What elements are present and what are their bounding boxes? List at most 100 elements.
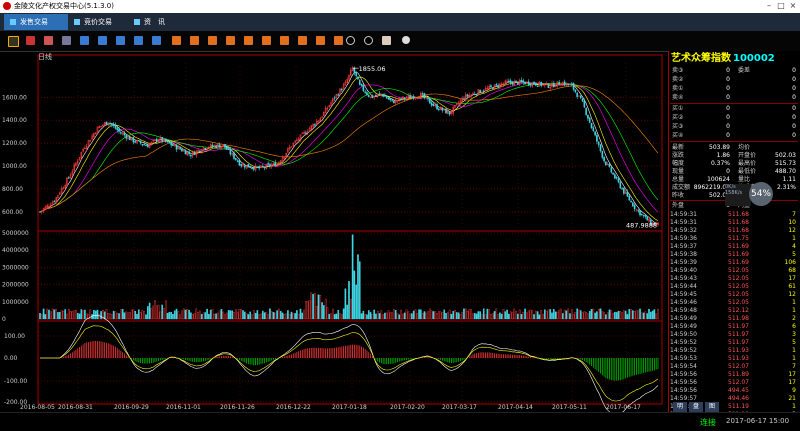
- close-icon[interactable]: ×: [788, 1, 798, 11]
- week-icon[interactable]: [280, 36, 289, 45]
- volume-bar: [353, 270, 356, 320]
- candle-body: [305, 132, 307, 134]
- volume-bar: [123, 312, 126, 320]
- candle-body: [515, 80, 517, 82]
- candle-body: [138, 140, 140, 142]
- volume-bar: [206, 308, 208, 320]
- volume-bar: [224, 314, 226, 320]
- volume-bar: [172, 314, 174, 320]
- tab-issue-trade[interactable]: 发售交易: [4, 14, 68, 30]
- tab-news[interactable]: 资 讯: [128, 14, 188, 30]
- volume-bar: [213, 313, 216, 320]
- candle-body: [576, 92, 578, 97]
- volume-bar: [175, 308, 178, 320]
- volume-bar: [229, 310, 232, 320]
- volume-bar: [517, 313, 519, 320]
- candle-body: [529, 84, 532, 86]
- volume-bar: [215, 313, 217, 320]
- volume-bar: [339, 313, 341, 320]
- candle-body: [436, 104, 438, 110]
- month-icon[interactable]: [298, 36, 307, 45]
- volume-bar: [526, 312, 528, 320]
- network-speed: 0K/s 158K/s: [725, 184, 751, 206]
- tab-detail[interactable]: 明: [673, 402, 687, 412]
- candle-body: [517, 81, 519, 85]
- volume-bar: [488, 309, 490, 320]
- volume-bar: [330, 313, 332, 320]
- volume-bar: [51, 308, 54, 320]
- volume-bar: [626, 314, 629, 320]
- line-chart-icon[interactable]: [26, 36, 35, 45]
- volume-bar: [497, 314, 499, 320]
- candle-body: [261, 165, 264, 168]
- volume-bar: [641, 312, 643, 320]
- volume-bar: [398, 314, 401, 320]
- minute-5-icon[interactable]: [190, 36, 199, 45]
- candle-body: [244, 165, 246, 168]
- volume-bar: [439, 311, 442, 320]
- candle-body: [445, 108, 447, 114]
- volume-bar: [393, 308, 395, 320]
- volume-bar: [614, 311, 616, 320]
- candle-body: [258, 166, 260, 169]
- volume-bar: [247, 314, 250, 320]
- volume-bar: [407, 311, 410, 320]
- minimize-icon[interactable]: –: [764, 1, 774, 11]
- period-3-icon[interactable]: [116, 36, 125, 45]
- volume-bar: [502, 309, 505, 320]
- period-4-icon[interactable]: [134, 36, 143, 45]
- gear-icon[interactable]: [402, 36, 410, 44]
- chart-area[interactable]: 1600.00 1400.00 1200.00 1000.00 800.00 600.00…: [0, 51, 666, 415]
- period-5-icon[interactable]: [152, 36, 161, 45]
- volume-bar: [384, 312, 386, 320]
- tab-book[interactable]: 盘: [689, 402, 703, 412]
- period-1-icon[interactable]: [80, 36, 89, 45]
- order-book-row: 买③ 0 0: [672, 123, 796, 130]
- date-tick: 2016-08-31: [58, 404, 93, 411]
- zoom-in-icon[interactable]: [346, 36, 355, 45]
- volume-bar: [157, 304, 160, 320]
- tab-bid-trade[interactable]: 竞价交易: [68, 14, 132, 30]
- candle-body: [570, 83, 573, 85]
- trade-row: 14:59:54 512.07 7: [670, 363, 796, 370]
- volume-bar: [85, 313, 88, 320]
- draw-icon[interactable]: [382, 36, 391, 45]
- zoom-out-icon[interactable]: [364, 36, 373, 45]
- candle-body: [143, 144, 145, 146]
- candle-body: [637, 210, 640, 212]
- volume-bar: [418, 309, 420, 320]
- candle-body: [466, 94, 469, 97]
- volume-bar: [57, 312, 59, 320]
- candle-body: [535, 83, 537, 86]
- quarter-icon[interactable]: [316, 36, 325, 45]
- kline-chart[interactable]: 1600.00 1400.00 1200.00 1000.00 800.00 600.00…: [0, 51, 666, 415]
- period-2-icon[interactable]: [98, 36, 107, 45]
- candle-body: [626, 191, 629, 197]
- volume-bar: [130, 309, 133, 320]
- candlestick-chart-icon[interactable]: [8, 36, 19, 47]
- status-bar: 连接 2017-06-17 15:00: [0, 412, 800, 431]
- day-icon[interactable]: [262, 36, 271, 45]
- volume-bar: [324, 298, 327, 320]
- volume-bar: [432, 311, 435, 320]
- volume-bar: [561, 313, 564, 320]
- minute-60-icon[interactable]: [244, 36, 253, 45]
- date-tick: 2017-01-18: [332, 404, 367, 411]
- volume-bar: [134, 310, 137, 320]
- minute-30-icon[interactable]: [226, 36, 235, 45]
- candle-body: [139, 141, 142, 144]
- year-icon[interactable]: [334, 36, 343, 45]
- volume-bar: [355, 284, 357, 320]
- maximize-icon[interactable]: □: [776, 1, 786, 11]
- window-title: 金陵文化产权交易中心(5.1.3.0): [14, 2, 114, 10]
- indicator-icon[interactable]: [44, 36, 53, 45]
- volume-bar: [540, 310, 543, 320]
- tab-chart[interactable]: 图: [705, 402, 719, 412]
- candle-body: [170, 142, 172, 146]
- minute-1-icon[interactable]: [172, 36, 181, 45]
- candle-body: [547, 83, 550, 88]
- minute-15-icon[interactable]: [208, 36, 217, 45]
- table-icon[interactable]: [62, 36, 71, 45]
- volume-bar: [357, 254, 359, 320]
- volume-bar: [628, 308, 631, 320]
